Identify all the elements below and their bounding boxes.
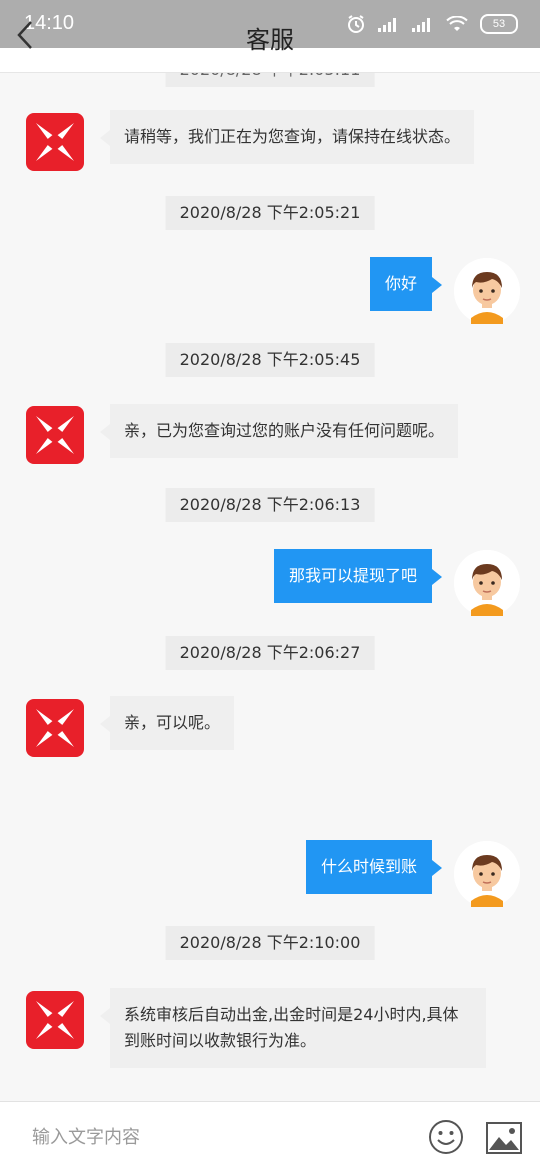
message-input[interactable]: [30, 1120, 394, 1154]
agent-message: 请稍等，我们正在为您查询，请保持在线状态。: [99, 110, 475, 164]
timestamp: 2020/8/28 下午2:06:13: [165, 488, 375, 522]
timestamp: 2020/8/28 下午2:10:00: [165, 926, 375, 960]
message-list[interactable]: 2020/8/28 下午2:05:11 请稍等，我们正在为您查询，请保持在线状态…: [0, 73, 540, 1101]
input-bar: [0, 1101, 540, 1171]
agent-avatar: [26, 406, 84, 464]
user-message: 那我可以提现了吧: [273, 549, 443, 603]
message-line: 系统审核后自动出金,出金时间是24小时内,具体: [124, 1005, 459, 1024]
message-line: 到账时间以收款银行为准。: [124, 1031, 317, 1050]
user-avatar: [454, 550, 520, 616]
agent-avatar: [26, 113, 84, 171]
agent-message: 系统审核后自动出金,出金时间是24小时内,具体 到账时间以收款银行为准。: [100, 988, 486, 1068]
header: 14:10 53 客服: [0, 0, 540, 73]
agent-message: 亲，已为您查询过您的账户没有任何问题呢。: [99, 404, 459, 458]
user-avatar: [454, 841, 520, 907]
timestamp: 2020/8/28 下午2:05:45: [165, 343, 375, 377]
timestamp: 2020/8/28 下午2:05:21: [165, 196, 375, 230]
image-icon[interactable]: [486, 1122, 522, 1154]
agent-message: 亲，可以呢。: [99, 696, 235, 750]
user-avatar: [454, 258, 520, 324]
user-message: 你好: [369, 257, 443, 311]
emoji-icon[interactable]: [428, 1119, 464, 1155]
agent-avatar: [26, 699, 84, 757]
timestamp: 2020/8/28 下午2:05:11: [165, 73, 375, 87]
page-title: 客服: [246, 26, 294, 54]
user-message: 什么时候到账: [305, 840, 443, 894]
timestamp: 2020/8/28 下午2:06:27: [165, 636, 375, 670]
agent-avatar: [26, 991, 84, 1049]
